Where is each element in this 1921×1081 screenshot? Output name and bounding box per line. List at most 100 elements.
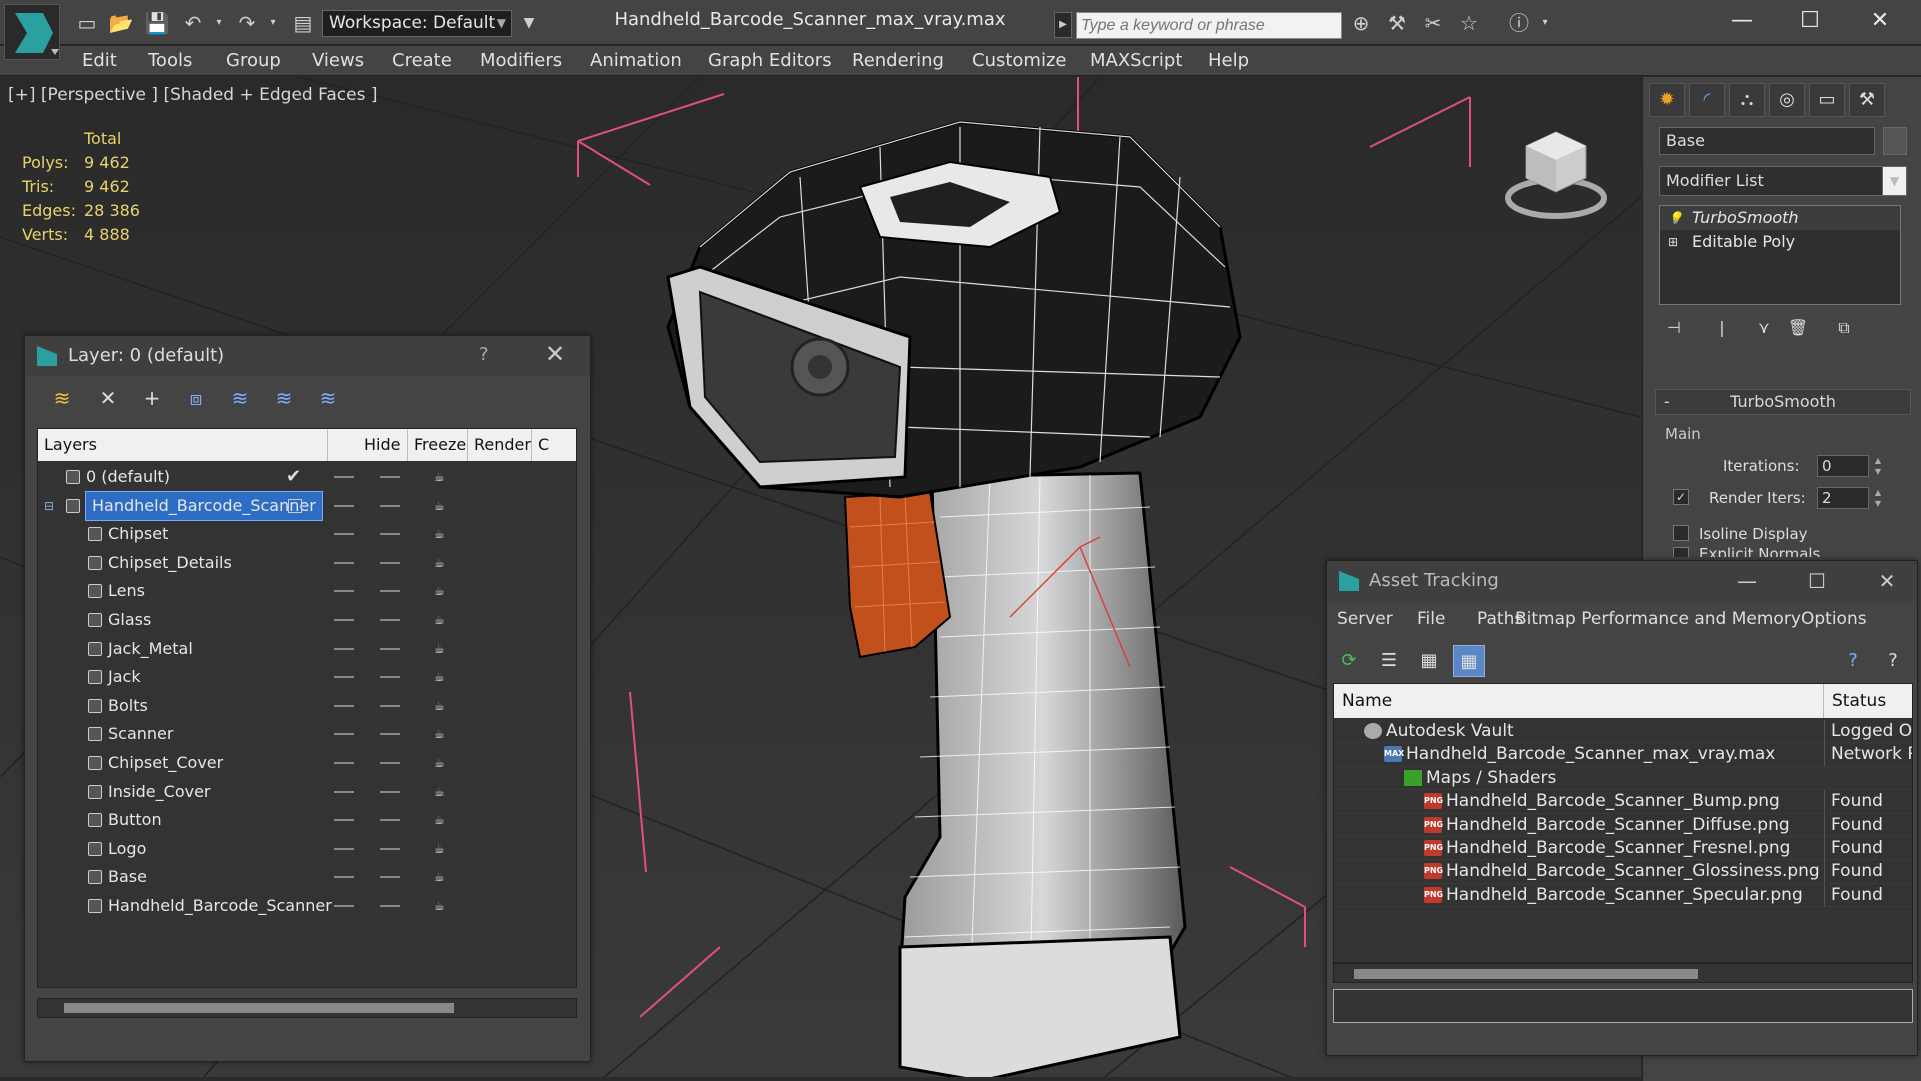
hide-toggle[interactable] <box>334 561 354 564</box>
expand-plus-icon[interactable]: ⊞ <box>1668 230 1678 254</box>
scrollbar-thumb[interactable] <box>1354 969 1698 979</box>
help-button[interactable]: ? <box>479 344 489 365</box>
layer-row[interactable]: 0 (default) ✔ ☕ <box>38 463 576 492</box>
binoculars-icon[interactable]: ⊕ <box>1348 11 1374 35</box>
lightbulb-icon[interactable]: 💡 <box>1668 206 1683 230</box>
hide-toggle[interactable] <box>334 876 354 879</box>
asset-row[interactable]: MAX Handheld_Barcode_Scanner_max_vray.max… <box>1334 743 1912 767</box>
column-c[interactable]: C <box>532 429 576 461</box>
communication-icon[interactable]: ✂ <box>1420 11 1446 35</box>
close-button[interactable]: ✕ <box>1860 6 1900 36</box>
render-teapot-icon[interactable]: ☕ <box>434 899 450 913</box>
freeze-all-layers-icon[interactable]: ≋ <box>313 384 343 412</box>
render-teapot-icon[interactable]: ☕ <box>434 813 450 827</box>
render-teapot-icon[interactable]: ☕ <box>434 556 450 570</box>
hide-toggle[interactable] <box>334 905 354 907</box>
list-view-icon[interactable]: ☰ <box>1373 645 1405 677</box>
hide-toggle[interactable] <box>334 762 354 764</box>
freeze-toggle[interactable] <box>380 504 400 507</box>
asset-row[interactable]: PNG Handheld_Barcode_Scanner_Specular.png… <box>1334 883 1912 908</box>
hide-toggle[interactable] <box>334 790 354 793</box>
layer-row[interactable]: Lens ☕ <box>38 577 576 606</box>
undo-dropdown-icon[interactable]: ▾ <box>206 11 232 35</box>
asset-row[interactable]: PNG Handheld_Barcode_Scanner_Diffuse.png F… <box>1334 813 1912 837</box>
asset-row[interactable]: Maps / Shaders <box>1334 767 1912 791</box>
new-file-icon[interactable]: ▭ <box>74 11 100 35</box>
asset-status-field[interactable] <box>1333 989 1913 1023</box>
object-name-field[interactable]: Base <box>1659 127 1875 155</box>
undo-icon[interactable]: ↶ <box>180 11 206 35</box>
freeze-toggle[interactable] <box>380 647 400 650</box>
layer-row[interactable]: Chipset ☕ <box>38 520 576 549</box>
layer-row[interactable]: Jack ☕ <box>38 663 576 692</box>
maximize-button[interactable]: ☐ <box>1797 565 1837 597</box>
new-layer-icon[interactable]: ≋ <box>47 384 77 412</box>
modifier-list-dropdown[interactable]: Modifier List ▼ <box>1659 166 1907 196</box>
layer-row[interactable]: Handheld_Barcode_Scanner ☕ <box>38 892 576 921</box>
menu-modifiers[interactable]: Modifiers <box>480 50 562 71</box>
table-view-icon[interactable]: ▦ <box>1453 645 1485 677</box>
stack-item-turbosmooth[interactable]: 💡 TurboSmooth <box>1660 206 1900 230</box>
add-selection-icon[interactable]: + <box>137 384 167 412</box>
freeze-toggle[interactable] <box>380 762 400 764</box>
pin-stack-icon[interactable]: ⊣ <box>1659 313 1689 343</box>
viewcube-icon[interactable] <box>1504 126 1608 222</box>
horizontal-scrollbar[interactable] <box>37 998 577 1018</box>
render-teapot-icon[interactable]: ☕ <box>434 870 450 884</box>
help-icon[interactable]: ⓘ <box>1506 11 1532 35</box>
render-iters-spinner[interactable]: 2 <box>1817 487 1869 509</box>
hide-toggle[interactable] <box>334 590 354 593</box>
active-layer-checkmark-icon[interactable]: ✔ <box>286 463 301 491</box>
freeze-toggle[interactable] <box>380 704 400 707</box>
freeze-toggle[interactable] <box>380 676 400 679</box>
render-teapot-icon[interactable]: ☕ <box>434 527 450 541</box>
layer-row[interactable]: Base ☕ <box>38 863 576 892</box>
rollout-header[interactable]: - TurboSmooth <box>1655 389 1911 415</box>
minimize-button[interactable]: — <box>1722 6 1762 36</box>
utilities-tab-icon[interactable]: ⚒ <box>1849 83 1885 117</box>
render-teapot-icon[interactable]: ☕ <box>434 727 450 741</box>
freeze-toggle[interactable] <box>380 561 400 564</box>
column-render[interactable]: Render <box>468 429 532 461</box>
explicit-normals-checkbox[interactable] <box>1673 547 1689 557</box>
render-teapot-icon[interactable]: ☕ <box>434 670 450 684</box>
layer-window-titlebar[interactable]: Layer: 0 (default) <box>25 336 590 376</box>
iterations-spinner[interactable]: 0 <box>1817 455 1869 477</box>
viewport-label[interactable]: [+] [Perspective ] [Shaded + Edged Faces… <box>8 85 377 105</box>
redo-icon[interactable]: ↷ <box>234 11 260 35</box>
app-menu-button[interactable] <box>4 4 60 60</box>
render-teapot-icon[interactable]: ☕ <box>434 584 450 598</box>
freeze-toggle[interactable] <box>380 590 400 593</box>
open-file-icon[interactable]: 📂 <box>108 11 134 35</box>
create-tab-sun-icon[interactable]: ✹ <box>1649 83 1685 117</box>
minimize-button[interactable]: — <box>1727 565 1767 597</box>
display-tab-icon[interactable]: ▭ <box>1809 83 1845 117</box>
freeze-toggle[interactable] <box>380 819 400 822</box>
collapse-icon[interactable]: ⊟ <box>44 492 54 520</box>
delete-layer-icon[interactable]: ✕ <box>93 384 123 412</box>
menu-maxscript[interactable]: MAXScript <box>1090 50 1182 71</box>
menu-group[interactable]: Group <box>226 50 281 71</box>
render-teapot-icon[interactable]: ☕ <box>434 642 450 656</box>
freeze-toggle[interactable] <box>380 847 400 850</box>
menu-tools[interactable]: Tools <box>148 50 192 71</box>
asset-row[interactable]: Autodesk Vault Logged Out <box>1334 720 1912 744</box>
layer-row[interactable]: Jack_Metal ☕ <box>38 635 576 664</box>
remove-modifier-icon[interactable]: 🗑 <box>1783 313 1813 343</box>
layer-row[interactable]: Glass ☕ <box>38 606 576 635</box>
stack-item-editable-poly[interactable]: ⊞ Editable Poly <box>1660 230 1900 254</box>
hide-toggle[interactable] <box>334 704 354 707</box>
hide-all-layers-icon[interactable]: ≋ <box>269 384 299 412</box>
freeze-toggle[interactable] <box>380 905 400 907</box>
set-current-layer-box[interactable] <box>288 498 302 513</box>
render-teapot-icon[interactable]: ☕ <box>434 499 450 513</box>
tools-icon[interactable]: ⚒ <box>1384 11 1410 35</box>
hide-toggle[interactable] <box>334 619 354 621</box>
close-button[interactable]: ✕ <box>545 340 565 368</box>
menu-graph-editors[interactable]: Graph Editors <box>708 50 832 71</box>
render-teapot-icon[interactable]: ☕ <box>434 699 450 713</box>
freeze-toggle[interactable] <box>380 790 400 793</box>
menu-views[interactable]: Views <box>312 50 364 71</box>
column-layers[interactable]: Layers <box>38 429 328 461</box>
motion-tab-icon[interactable]: ◎ <box>1769 83 1805 117</box>
